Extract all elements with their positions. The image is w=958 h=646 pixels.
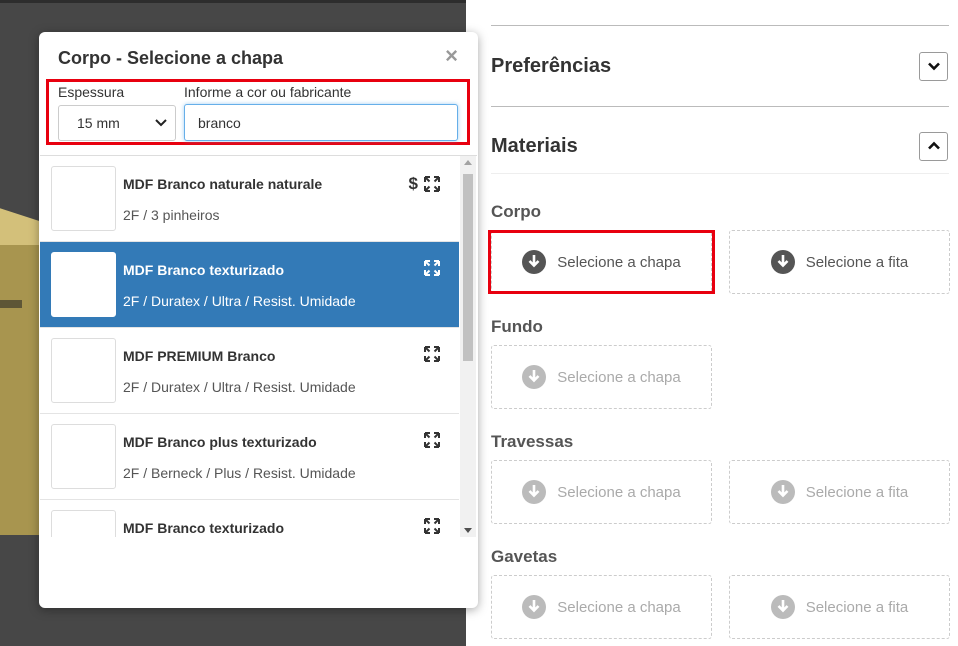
item-icons [424, 260, 440, 276]
cabinet-front-face [0, 245, 40, 535]
group-label-fundo: Fundo [491, 317, 543, 336]
material-thumbnail [51, 252, 116, 317]
material-list[interactable]: MDF Branco naturale naturale 2F / 3 pinh… [40, 155, 477, 537]
gavetas-chapa-button[interactable]: Selecione a chapa [491, 575, 712, 639]
group-label-gavetas: Gavetas [491, 547, 558, 566]
thickness-label: Espessura [58, 84, 125, 100]
settings-panel: Preferências Materiais Corpo Selecione a… [466, 0, 958, 646]
arrow-down-circle-icon [770, 480, 795, 504]
close-button[interactable]: × [445, 45, 458, 67]
scroll-up-icon[interactable] [464, 160, 472, 165]
material-meta: 2F / Berneck / Plus / Resist. Umidade [123, 465, 356, 481]
expand-icon[interactable] [424, 346, 440, 362]
materials-toggle-button[interactable] [919, 131, 948, 161]
expand-icon[interactable] [424, 176, 440, 192]
item-icons [424, 518, 440, 534]
expand-icon[interactable] [424, 260, 440, 276]
chevron-down-icon [927, 62, 940, 71]
chevron-up-icon [927, 141, 940, 150]
material-thumbnail [51, 424, 116, 489]
list-item[interactable]: MDF Branco plus texturizado 2F / Berneck… [40, 414, 459, 500]
material-meta: 2F / 3 pinheiros [123, 207, 220, 223]
travessas-fita-button[interactable]: Selecione a fita [729, 460, 950, 524]
list-item[interactable]: MDF Branco texturizado [40, 500, 459, 537]
arrow-down-circle-icon [522, 480, 547, 504]
search-input-value: branco [198, 114, 241, 131]
material-thumbnail [51, 166, 116, 231]
scrollbar-thumb[interactable] [463, 174, 473, 361]
cabinet-handle [0, 300, 22, 308]
arrow-down-circle-icon [770, 595, 795, 619]
arrow-down-circle-icon [770, 250, 795, 274]
material-name: MDF Branco texturizado [123, 262, 285, 278]
travessas-chapa-button[interactable]: Selecione a chapa [491, 460, 712, 524]
thickness-select[interactable]: 15 mm [58, 105, 176, 141]
item-icons [424, 346, 440, 362]
fundo-chapa-button[interactable]: Selecione a chapa [491, 345, 712, 409]
material-name: MDF Branco texturizado [123, 520, 285, 536]
materials-header[interactable]: Materiais [491, 126, 949, 166]
list-scrollbar[interactable] [460, 156, 476, 537]
preferences-title: Preferências [491, 54, 612, 77]
viewport-top-border [0, 0, 466, 3]
highlight-outline [488, 230, 715, 294]
material-meta: 2F / Duratex / Ultra / Resist. Umidade [123, 293, 356, 309]
chevron-down-icon [155, 119, 167, 127]
popover-title: Corpo - Selecione a chapa [58, 48, 284, 68]
arrow-down-circle-icon [522, 365, 547, 389]
corpo-fita-button[interactable]: Selecione a fita [729, 230, 950, 294]
preferences-header[interactable]: Preferências [491, 46, 949, 86]
material-thumbnail [51, 510, 116, 537]
materials-title: Materiais [491, 134, 578, 157]
gavetas-fita-button[interactable]: Selecione a fita [729, 575, 950, 639]
item-icons: $ [409, 174, 440, 194]
divider [491, 173, 949, 174]
list-item-selected[interactable]: MDF Branco texturizado 2F / Duratex / Ul… [40, 242, 459, 328]
material-thumbnail [51, 338, 116, 403]
material-meta: 2F / Duratex / Ultra / Resist. Umidade [123, 379, 356, 395]
divider [491, 106, 949, 107]
list-item[interactable]: MDF Branco naturale naturale 2F / 3 pinh… [40, 156, 459, 242]
gavetas-chapa-label: Selecione a chapa [557, 598, 681, 616]
material-name: MDF Branco naturale naturale [123, 176, 323, 192]
fundo-chapa-label: Selecione a chapa [557, 368, 681, 386]
select-chapa-popover: Corpo - Selecione a chapa × Espessura In… [39, 32, 478, 608]
list-item[interactable]: MDF PREMIUM Branco 2F / Duratex / Ultra … [40, 328, 459, 414]
group-label-travessas: Travessas [491, 432, 574, 451]
gavetas-fita-label: Selecione a fita [805, 598, 909, 616]
item-icons [424, 432, 440, 448]
expand-icon[interactable] [424, 518, 440, 534]
price-icon[interactable]: $ [409, 174, 418, 194]
group-label-corpo: Corpo [491, 202, 542, 221]
search-input[interactable]: branco [184, 104, 458, 141]
travessas-chapa-label: Selecione a chapa [557, 483, 681, 501]
divider [491, 25, 949, 26]
travessas-fita-label: Selecione a fita [805, 483, 909, 501]
thickness-value: 15 mm [77, 115, 120, 131]
material-name: MDF Branco plus texturizado [123, 434, 317, 450]
search-label: Informe a cor ou fabricante [184, 84, 352, 100]
preferences-toggle-button[interactable] [919, 51, 948, 81]
scroll-down-icon[interactable] [464, 528, 472, 533]
material-name: MDF PREMIUM Branco [123, 348, 276, 364]
arrow-down-circle-icon [522, 595, 547, 619]
expand-icon[interactable] [424, 432, 440, 448]
corpo-fita-label: Selecione a fita [805, 253, 909, 271]
